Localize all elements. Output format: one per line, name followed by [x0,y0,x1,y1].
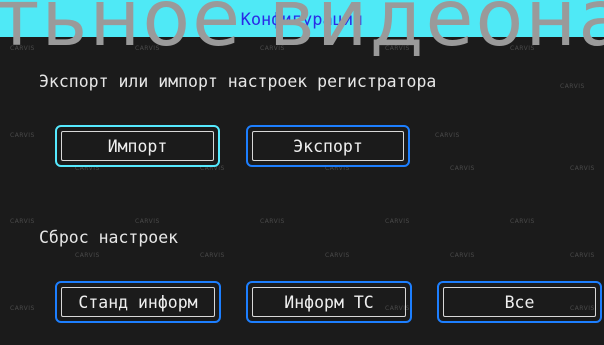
brand-watermark: CARVIS [75,252,100,259]
brand-watermark: CARVIS [510,45,535,52]
brand-watermark: CARVIS [10,218,35,225]
brand-watermark: CARVIS [570,165,595,172]
brand-watermark: CARVIS [385,45,410,52]
brand-watermark: CARVIS [435,132,460,139]
import-button[interactable]: Импорт [55,125,220,167]
export-button-label: Экспорт [293,136,363,156]
brand-watermark: CARVIS [135,218,160,225]
brand-watermark: CARVIS [450,252,475,259]
export-button[interactable]: Экспорт [246,125,410,167]
brand-watermark: CARVIS [200,252,225,259]
brand-watermark: CARVIS [260,45,285,52]
standard-info-button-label: Станд информ [78,292,198,312]
brand-watermark: CARVIS [10,305,35,312]
standard-info-button[interactable]: Станд информ [55,281,221,323]
brand-watermark: CARVIS [10,132,35,139]
config-screen: Конфигурация тьное видеонабл CARVIS CARV… [0,0,604,345]
vehicle-info-button-label: Информ ТС [284,292,374,312]
brand-watermark: CARVIS [570,252,595,259]
brand-watermark: CARVIS [560,83,585,90]
brand-watermark: CARVIS [325,252,350,259]
brand-watermark: CARVIS [450,165,475,172]
reset-all-button-label: Все [504,292,535,312]
reset-settings-label: Сброс настроек [39,228,179,247]
brand-watermark: CARVIS [260,218,285,225]
brand-watermark: CARVIS [10,45,35,52]
export-import-label: Экспорт или импорт настроек регистратора [39,72,437,91]
import-button-label: Импорт [107,136,168,156]
brand-watermark: CARVIS [510,218,535,225]
vehicle-info-button[interactable]: Информ ТС [246,281,412,323]
page-title: Конфигурация [240,10,364,30]
brand-watermark: CARVIS [385,218,410,225]
brand-watermark: CARVIS [135,45,160,52]
reset-all-button[interactable]: Все [437,281,602,323]
